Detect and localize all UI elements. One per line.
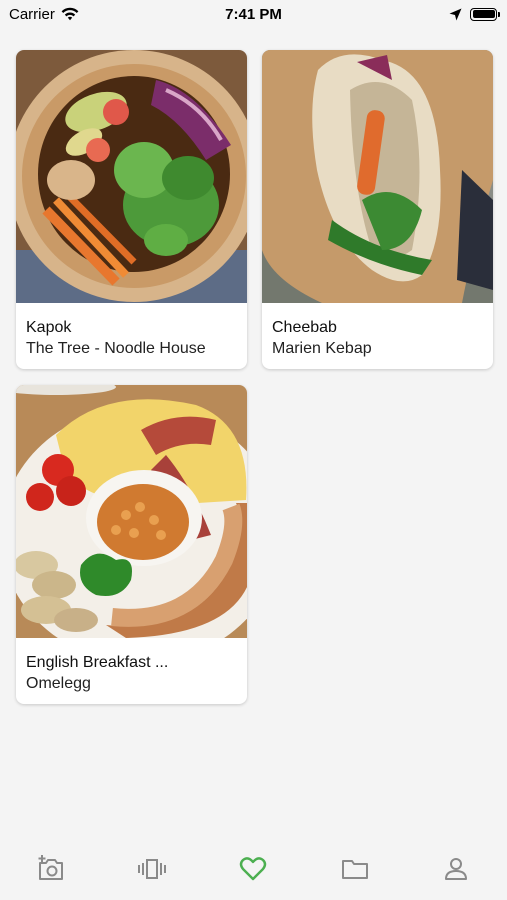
carousel-icon [138,859,167,879]
restaurant-name: Marien Kebap [272,340,372,357]
battery-icon [470,7,500,21]
kebab-sandwich-image [262,50,493,303]
nav-folder[interactable] [335,854,375,884]
english-breakfast-image [16,385,247,638]
noodle-bowl-image [16,50,247,303]
dish-card[interactable]: English Breakfast ... Omelegg [16,385,247,704]
status-bar: Carrier 7:41 PM [0,0,507,28]
status-left: Carrier [9,6,79,23]
dish-photo [262,50,493,303]
nav-carousel[interactable] [132,854,172,884]
folder-icon [341,860,368,879]
heart-icon [240,857,267,881]
dish-title: Cheebab [272,319,337,336]
status-right [449,7,500,21]
nav-favorites[interactable] [233,854,273,884]
dish-card[interactable]: Cheebab Marien Kebap [262,50,493,369]
dish-title: English Breakfast ... [26,654,169,671]
dish-photo [16,50,247,303]
bottom-navigation [0,834,507,900]
restaurant-name: Omelegg [26,675,91,692]
dish-title: Kapok [26,319,72,336]
restaurant-name: The Tree - Noodle House [26,340,206,357]
app-screen: Carrier 7:41 PM Kapok The Tree - Noodle … [0,0,507,900]
nav-profile[interactable] [436,854,476,884]
location-arrow-icon [449,8,462,20]
dish-card[interactable]: Kapok The Tree - Noodle House [16,50,247,369]
wifi-icon [61,7,79,21]
carrier-label: Carrier [9,5,55,23]
add-photo-icon [38,855,63,880]
dish-photo [16,385,247,638]
person-icon [445,858,468,880]
nav-add-photo[interactable] [31,854,71,884]
